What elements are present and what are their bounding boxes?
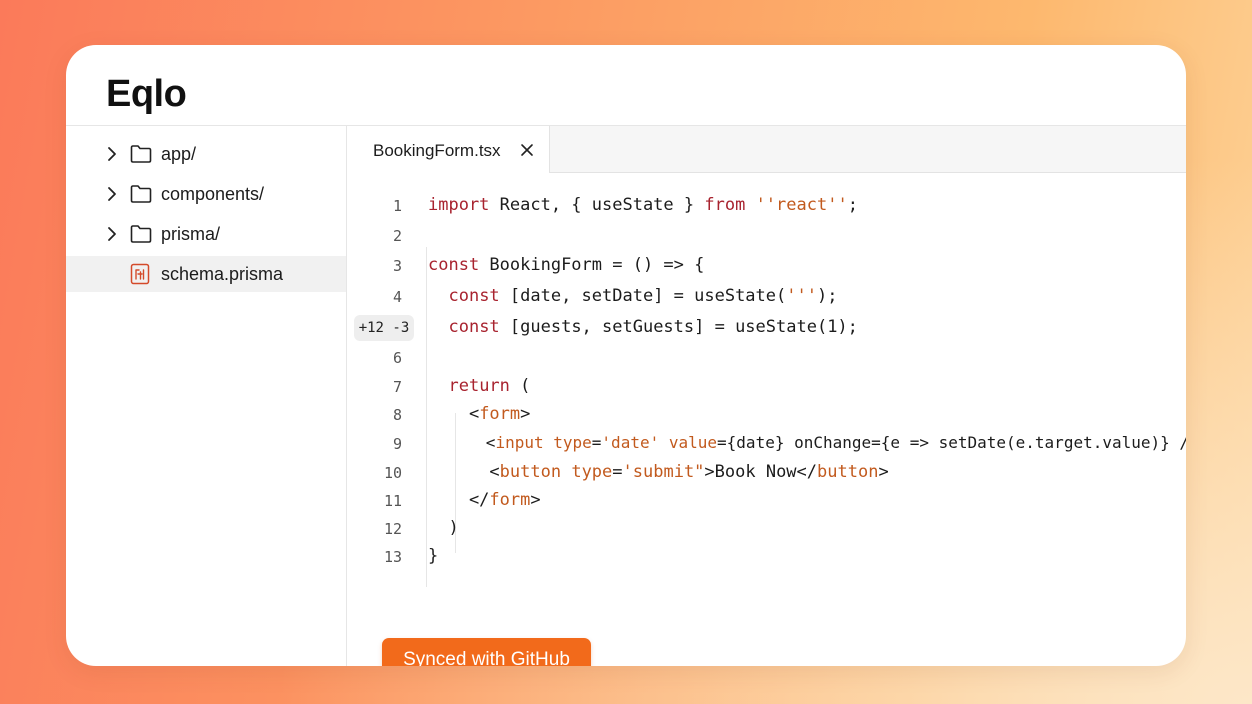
chevron-right-icon — [108, 147, 116, 161]
code-text: const [guests, setGuests] = useState(1); — [448, 317, 858, 337]
close-icon[interactable] — [520, 143, 534, 157]
tree-item-label: prisma/ — [161, 224, 221, 244]
code-text: const BookingForm = () => { — [428, 255, 705, 275]
code-line: 2 — [348, 223, 1186, 251]
tree-item-schema-prisma[interactable]: schema.prisma — [66, 256, 346, 292]
file-tree-sidebar: app/ components/ prisma/ schema.prisma — [66, 126, 347, 666]
folder-icon — [130, 225, 152, 243]
line-number: 2 — [392, 227, 402, 245]
code-text: import React, { useState } from ''react'… — [428, 195, 858, 215]
code-text: <form> — [428, 404, 531, 424]
app-window: Eqlo app/ components/ prisma/ schema.pri… — [66, 45, 1186, 666]
code-editor: BookingForm.tsx 1 import React, { useSta… — [348, 126, 1186, 666]
code-line: 6 — [348, 345, 1186, 373]
tab-label: BookingForm.tsx — [373, 141, 501, 160]
line-number: 10 — [383, 464, 402, 482]
code-text: <input type='date' value={date} onChange… — [428, 433, 1186, 452]
code-text: return ( — [448, 376, 531, 396]
code-text: ) — [428, 518, 459, 538]
code-line: 9 <input type='date' value={date} onChan… — [348, 431, 1186, 459]
tree-item-prisma[interactable]: prisma/ — [66, 216, 346, 252]
tab-bookingform[interactable]: BookingForm.tsx — [348, 126, 550, 173]
line-number: 13 — [383, 548, 402, 566]
code-text: } — [428, 546, 439, 566]
diff-badge[interactable]: +12 -3 — [354, 315, 414, 341]
line-number: 12 — [383, 520, 402, 538]
code-text: <button type='submit">Book Now</button> — [428, 462, 889, 482]
line-number: 6 — [392, 349, 402, 367]
folder-icon — [130, 185, 152, 203]
prisma-file-icon — [130, 263, 150, 285]
folder-icon — [130, 145, 152, 163]
tree-item-components[interactable]: components/ — [66, 176, 346, 212]
chevron-right-icon — [108, 187, 116, 201]
line-number: 11 — [383, 492, 402, 510]
code-line: 13 } — [348, 544, 1186, 572]
line-number: 7 — [392, 378, 402, 396]
code-line: 1 import React, { useState } from ''reac… — [348, 193, 1186, 221]
editor-tab-bar: BookingForm.tsx — [348, 126, 1186, 173]
code-line: 11 </form> — [348, 488, 1186, 516]
chevron-right-icon — [108, 227, 116, 241]
line-number: 3 — [392, 257, 402, 275]
code-line: 12 ) — [348, 516, 1186, 544]
line-number: 8 — [392, 406, 402, 424]
synced-with-github-button[interactable]: Synced with GitHub — [382, 638, 591, 666]
line-number: 9 — [392, 435, 402, 453]
line-number: 4 — [392, 288, 402, 306]
tree-item-label: schema.prisma — [161, 264, 284, 284]
tree-item-label: app/ — [161, 144, 197, 164]
tree-item-app[interactable]: app/ — [66, 136, 346, 172]
code-line: 7 return ( — [348, 374, 1186, 402]
code-area[interactable]: 1 import React, { useState } from ''reac… — [348, 173, 1186, 593]
tree-item-label: components/ — [161, 184, 265, 204]
app-title: Eqlo — [106, 73, 187, 115]
code-line: 3 const BookingForm = () => { — [348, 253, 1186, 281]
code-text: </form> — [428, 490, 541, 510]
code-line: 8 <form> — [348, 402, 1186, 430]
code-line: +12 -3 const [guests, setGuests] = useSt… — [348, 315, 1186, 343]
line-number: 1 — [392, 197, 402, 215]
code-line: 10 <button type='submit">Book Now</butto… — [348, 460, 1186, 488]
code-line: 4 const [date, setDate] = useState('''); — [348, 284, 1186, 312]
code-text: const [date, setDate] = useState('''); — [448, 286, 838, 306]
